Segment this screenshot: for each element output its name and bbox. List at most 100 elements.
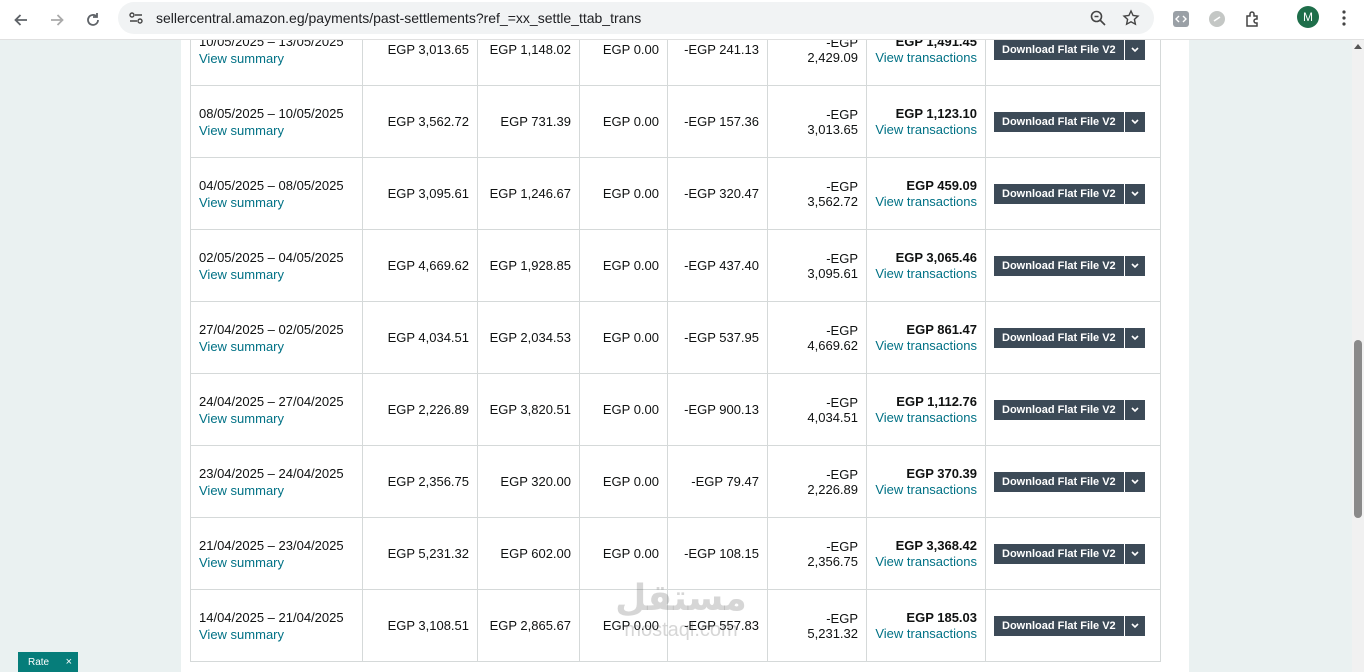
download-flat-file-button[interactable]: Download Flat File V2 — [994, 615, 1124, 636]
scroll-up-icon[interactable] — [1354, 44, 1362, 49]
view-summary-link[interactable]: View summary — [199, 123, 354, 139]
extensions-puzzle-icon[interactable] — [1241, 7, 1265, 31]
settlement-period-cell: 10/05/2025 – 13/05/2025 View summary — [190, 40, 363, 86]
download-options-button[interactable] — [1124, 255, 1145, 276]
other-charges: -EGP 108.15 — [667, 517, 768, 590]
view-transactions-link[interactable]: View transactions — [875, 266, 977, 282]
rate-label[interactable]: Rate — [18, 657, 66, 668]
download-flat-file-button[interactable]: Download Flat File V2 — [994, 111, 1124, 132]
table-row: 14/04/2025 – 21/04/2025 View summary EGP… — [190, 589, 1161, 662]
total-cell: EGP 3,368.42 View transactions — [866, 517, 986, 590]
chevron-down-icon — [1131, 406, 1139, 412]
beginning-balance: EGP 4,669.62 — [362, 229, 478, 302]
other-charges: -EGP 900.13 — [667, 373, 768, 446]
view-transactions-link[interactable]: View transactions — [875, 50, 977, 66]
beginning-balance: EGP 4,034.51 — [362, 301, 478, 374]
table-row: 21/04/2025 – 23/04/2025 View summary EGP… — [190, 517, 1161, 590]
total-amount: EGP 370.39 — [906, 465, 977, 481]
rate-widget[interactable]: Rate × — [18, 652, 78, 672]
view-summary-link[interactable]: View summary — [199, 51, 354, 67]
download-flat-file-button[interactable]: Download Flat File V2 — [994, 183, 1124, 204]
previous-balance: -EGP 3,013.65 — [767, 85, 867, 158]
settlement-period: 14/04/2025 – 21/04/2025 — [199, 609, 344, 625]
download-split-button: Download Flat File V2 — [994, 255, 1145, 276]
total-amount: EGP 3,065.46 — [895, 249, 977, 265]
refunds: EGP 0.00 — [579, 445, 668, 518]
zoom-icon[interactable] — [1086, 6, 1110, 30]
site-settings-icon[interactable] — [126, 8, 146, 28]
download-flat-file-button[interactable]: Download Flat File V2 — [994, 399, 1124, 420]
download-split-button: Download Flat File V2 — [994, 543, 1145, 564]
total-amount: EGP 861.47 — [906, 321, 977, 337]
previous-balance: -EGP 2,226.89 — [767, 445, 867, 518]
view-summary-link[interactable]: View summary — [199, 483, 354, 499]
download-options-button[interactable] — [1124, 111, 1145, 132]
actions-cell: Download Flat File V2 — [985, 445, 1161, 518]
settlement-period: 23/04/2025 – 24/04/2025 — [199, 465, 344, 481]
bookmark-star-icon[interactable] — [1119, 6, 1143, 30]
actions-cell: Download Flat File V2 — [985, 373, 1161, 446]
view-transactions-link[interactable]: View transactions — [875, 410, 977, 426]
arrow-right-icon — [51, 14, 64, 26]
product-charges: EGP 2,034.53 — [477, 301, 580, 374]
download-options-button[interactable] — [1124, 615, 1145, 636]
back-button[interactable] — [7, 6, 35, 34]
product-charges: EGP 1,928.85 — [477, 229, 580, 302]
other-charges: -EGP 320.47 — [667, 157, 768, 230]
chevron-down-icon — [1131, 478, 1139, 484]
close-icon[interactable]: × — [66, 656, 78, 668]
view-summary-link[interactable]: View summary — [199, 267, 354, 283]
view-summary-link[interactable]: View summary — [199, 555, 354, 571]
view-transactions-link[interactable]: View transactions — [875, 194, 977, 210]
chevron-down-icon — [1131, 334, 1139, 340]
download-options-button[interactable] — [1124, 327, 1145, 348]
actions-cell: Download Flat File V2 — [985, 229, 1161, 302]
view-transactions-link[interactable]: View transactions — [875, 626, 977, 642]
download-options-button[interactable] — [1124, 40, 1145, 60]
download-flat-file-button[interactable]: Download Flat File V2 — [994, 471, 1124, 492]
view-transactions-link[interactable]: View transactions — [875, 122, 977, 138]
view-summary-link[interactable]: View summary — [199, 411, 354, 427]
link-extension-icon[interactable] — [1205, 7, 1229, 31]
settlement-period-cell: 02/05/2025 – 04/05/2025 View summary — [190, 229, 363, 302]
download-split-button: Download Flat File V2 — [994, 399, 1145, 420]
profile-avatar[interactable]: M — [1297, 6, 1319, 28]
view-summary-link[interactable]: View summary — [199, 339, 354, 355]
vertical-scrollbar[interactable] — [1352, 40, 1364, 672]
download-split-button: Download Flat File V2 — [994, 471, 1145, 492]
previous-balance: -EGP 4,034.51 — [767, 373, 867, 446]
download-flat-file-button[interactable]: Download Flat File V2 — [994, 40, 1124, 60]
beginning-balance: EGP 2,356.75 — [362, 445, 478, 518]
reload-button[interactable] — [79, 6, 107, 34]
total-cell: EGP 1,112.76 View transactions — [866, 373, 986, 446]
settlement-period-cell: 04/05/2025 – 08/05/2025 View summary — [190, 157, 363, 230]
kebab-menu-icon[interactable] — [1334, 6, 1354, 30]
other-charges: -EGP 437.40 — [667, 229, 768, 302]
download-flat-file-button[interactable]: Download Flat File V2 — [994, 255, 1124, 276]
product-charges: EGP 731.39 — [477, 85, 580, 158]
download-options-button[interactable] — [1124, 543, 1145, 564]
product-charges: EGP 602.00 — [477, 517, 580, 590]
code-extension-icon[interactable] — [1169, 7, 1193, 31]
download-options-button[interactable] — [1124, 399, 1145, 420]
chevron-down-icon — [1131, 118, 1139, 124]
forward-button[interactable] — [43, 6, 71, 34]
scrollbar-thumb[interactable] — [1354, 340, 1362, 518]
total-cell: EGP 459.09 View transactions — [866, 157, 986, 230]
settlement-period: 10/05/2025 – 13/05/2025 — [199, 40, 344, 49]
view-summary-link[interactable]: View summary — [199, 627, 354, 643]
actions-cell: Download Flat File V2 — [985, 40, 1161, 86]
product-charges: EGP 1,148.02 — [477, 40, 580, 86]
download-flat-file-button[interactable]: Download Flat File V2 — [994, 543, 1124, 564]
other-charges: -EGP 537.95 — [667, 301, 768, 374]
view-transactions-link[interactable]: View transactions — [875, 482, 977, 498]
download-options-button[interactable] — [1124, 471, 1145, 492]
download-options-button[interactable] — [1124, 183, 1145, 204]
view-transactions-link[interactable]: View transactions — [875, 554, 977, 570]
view-transactions-link[interactable]: View transactions — [875, 338, 977, 354]
download-flat-file-button[interactable]: Download Flat File V2 — [994, 327, 1124, 348]
view-summary-link[interactable]: View summary — [199, 195, 354, 211]
address-bar[interactable]: sellercentral.amazon.eg/payments/past-se… — [118, 2, 1154, 34]
total-amount: EGP 1,112.76 — [896, 393, 977, 409]
settlement-period-cell: 14/04/2025 – 21/04/2025 View summary — [190, 589, 363, 662]
